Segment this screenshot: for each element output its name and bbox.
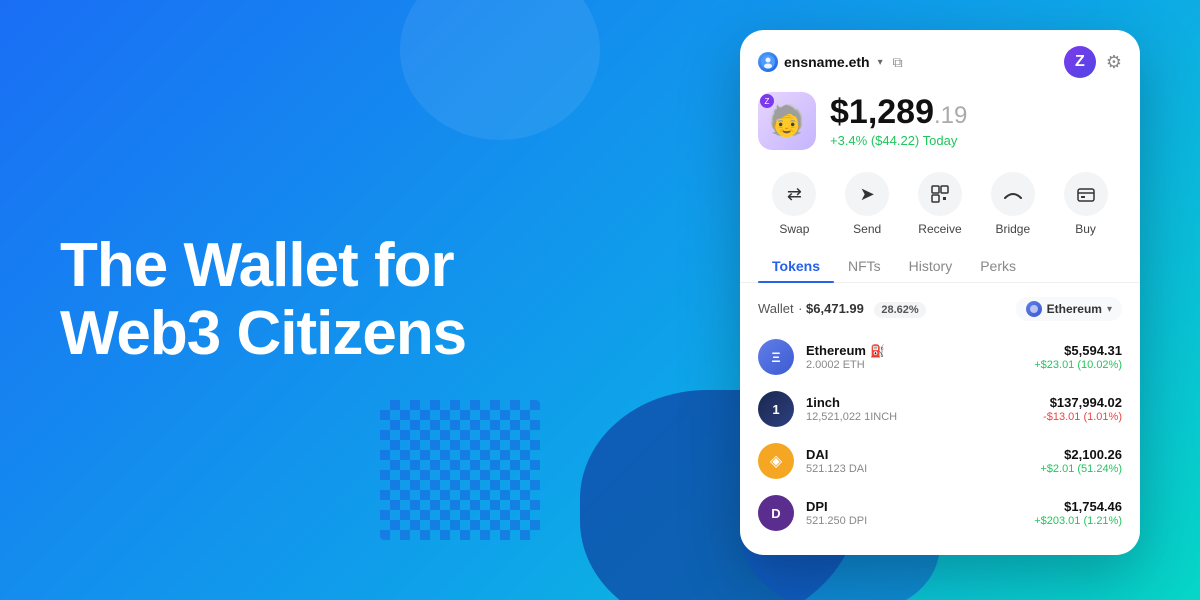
- header-right: Z ⚙: [1064, 46, 1122, 78]
- token-amount-dai: 521.123 DAI: [806, 463, 1028, 475]
- card-header: ensname.eth ▾ ⧉ Z ⚙: [740, 30, 1140, 88]
- token-change-dai: +$2.01 (51.24%): [1040, 463, 1122, 475]
- token-values-eth: $5,594.31 +$23.01 (10.02%): [1034, 343, 1122, 371]
- token-info-dai: DAI 521.123 DAI: [806, 447, 1028, 475]
- balance-info: $1,289.19 +3.4% ($44.22) Today: [830, 95, 1122, 148]
- token-change-1inch: -$13.01 (1.01%): [1043, 411, 1122, 423]
- token-change-eth: +$23.01 (10.02%): [1034, 359, 1122, 371]
- swap-button[interactable]: ⇄ Swap: [772, 172, 816, 236]
- action-buttons: ⇄ Swap ➤ Send Receive Bridge Buy: [740, 164, 1140, 250]
- token-row-dpi[interactable]: D DPI 521.250 DPI $1,754.46 +$203.01 (1.…: [754, 487, 1126, 539]
- token-usd-eth: $5,594.31: [1034, 343, 1122, 358]
- swap-icon: ⇄: [772, 172, 816, 216]
- token-info-dpi: DPI 521.250 DPI: [806, 499, 1022, 527]
- account-icon: [758, 52, 778, 72]
- receive-icon: [918, 172, 962, 216]
- token-name-eth: Ethereum ⛽: [806, 343, 1022, 358]
- settings-icon[interactable]: ⚙: [1106, 52, 1122, 73]
- token-values-dai: $2,100.26 +$2.01 (51.24%): [1040, 447, 1122, 475]
- balance-cents: .19: [934, 102, 967, 129]
- token-usd-dai: $2,100.26: [1040, 447, 1122, 462]
- dropdown-arrow-icon: ▾: [878, 57, 883, 68]
- avatar: Z 🧓: [758, 92, 816, 150]
- buy-icon: [1064, 172, 1108, 216]
- token-list: Ξ Ethereum ⛽ 2.0002 ETH $5,594.31 +$23.0…: [740, 331, 1140, 539]
- balance-change: +3.4% ($44.22) Today: [830, 133, 1122, 148]
- chain-selector[interactable]: Ethereum ▾: [1016, 297, 1122, 321]
- token-info-eth: Ethereum ⛽ 2.0002 ETH: [806, 343, 1022, 371]
- hero-title: The Wallet for Web3 Citizens: [60, 232, 466, 368]
- token-name-1inch: 1inch: [806, 395, 1031, 410]
- zapper-logo[interactable]: Z: [1064, 46, 1096, 78]
- tab-nfts[interactable]: NFTs: [834, 250, 895, 282]
- token-usd-dpi: $1,754.46: [1034, 499, 1122, 514]
- buy-button[interactable]: Buy: [1064, 172, 1108, 236]
- chain-name: Ethereum: [1047, 302, 1102, 316]
- balance-section: Z 🧓 $1,289.19 +3.4% ($44.22) Today: [740, 88, 1140, 164]
- tab-perks[interactable]: Perks: [966, 250, 1030, 282]
- token-values-1inch: $137,994.02 -$13.01 (1.01%): [1043, 395, 1122, 423]
- bridge-icon: [991, 172, 1035, 216]
- token-row-eth[interactable]: Ξ Ethereum ⛽ 2.0002 ETH $5,594.31 +$23.0…: [754, 331, 1126, 383]
- tab-bar: Tokens NFTs History Perks: [740, 250, 1140, 283]
- token-name-dpi: DPI: [806, 499, 1022, 514]
- token-change-dpi: +$203.01 (1.21%): [1034, 515, 1122, 527]
- tab-history[interactable]: History: [895, 250, 967, 282]
- bridge-button[interactable]: Bridge: [991, 172, 1035, 236]
- token-amount-eth: 2.0002 ETH: [806, 359, 1022, 371]
- token-name-dai: DAI: [806, 447, 1028, 462]
- wallet-label: Wallet: [758, 301, 794, 316]
- receive-button[interactable]: Receive: [918, 172, 962, 236]
- gas-icon: ⛽: [870, 344, 885, 358]
- wallet-total-amount: $6,471.99: [806, 301, 864, 316]
- token-amount-1inch: 12,521,022 1INCH: [806, 411, 1031, 423]
- wallet-summary: Wallet · $6,471.99 28.62% Ethereum ▾: [740, 293, 1140, 331]
- token-icon-eth: Ξ: [758, 339, 794, 375]
- account-name: ensname.eth: [784, 54, 870, 70]
- eth-chain-icon: [1026, 301, 1042, 317]
- token-info-1inch: 1inch 12,521,022 1INCH: [806, 395, 1031, 423]
- token-icon-dpi: D: [758, 495, 794, 531]
- token-row-dai[interactable]: ◈ DAI 521.123 DAI $2,100.26 +$2.01 (51.2…: [754, 435, 1126, 487]
- send-button[interactable]: ➤ Send: [845, 172, 889, 236]
- token-icon-1inch: 1: [758, 391, 794, 427]
- wallet-summary-left: Wallet · $6,471.99 28.62%: [758, 300, 926, 318]
- token-amount-dpi: 521.250 DPI: [806, 515, 1022, 527]
- send-icon: ➤: [845, 172, 889, 216]
- avatar-badge: Z: [760, 94, 774, 108]
- token-values-dpi: $1,754.46 +$203.01 (1.21%): [1034, 499, 1122, 527]
- token-usd-1inch: $137,994.02: [1043, 395, 1122, 410]
- hero-section: The Wallet for Web3 Citizens: [60, 232, 466, 368]
- wallet-percentage: 28.62%: [874, 302, 925, 318]
- wallet-card: ensname.eth ▾ ⧉ Z ⚙ Z 🧓 $1,289.19 +3.4% …: [740, 30, 1140, 555]
- tab-tokens[interactable]: Tokens: [758, 250, 834, 282]
- chain-dropdown-icon: ▾: [1107, 304, 1112, 315]
- balance-main: $1,289.19: [830, 95, 1122, 129]
- token-row-1inch[interactable]: 1 1inch 12,521,022 1INCH $137,994.02 -$1…: [754, 383, 1126, 435]
- account-info[interactable]: ensname.eth ▾ ⧉: [758, 52, 903, 72]
- copy-icon[interactable]: ⧉: [893, 54, 903, 71]
- token-icon-dai: ◈: [758, 443, 794, 479]
